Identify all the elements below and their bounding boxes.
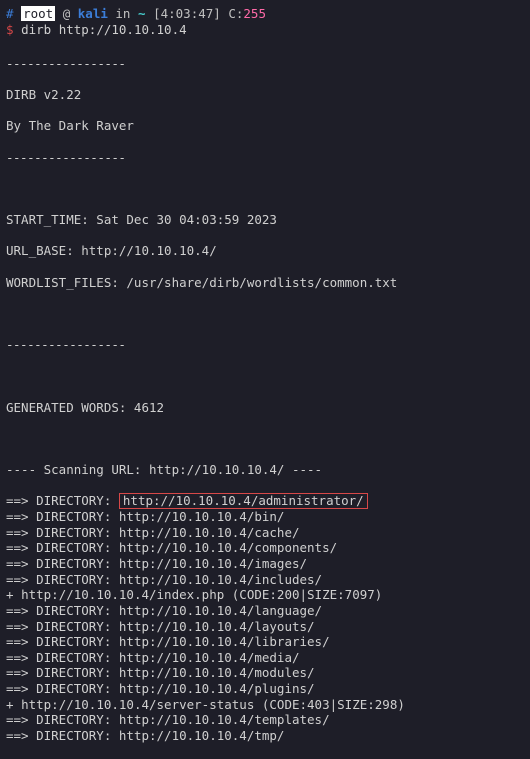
result-url: http://10.10.10.4/images/ [119, 556, 307, 571]
result-prefix: ==> DIRECTORY: [6, 634, 119, 649]
prompt-cnum: 255 [243, 6, 266, 21]
prompt-cstat: C: [228, 6, 243, 21]
prompt-hash: # [6, 6, 14, 21]
url-base-line: URL_BASE: http://10.10.10.4/ [6, 243, 524, 259]
hr-2: ----------------- [6, 150, 524, 166]
result-line: ==> DIRECTORY: http://10.10.10.4/modules… [6, 665, 524, 681]
start-time-line: START_TIME: Sat Dec 30 04:03:59 2023 [6, 212, 524, 228]
result-prefix: ==> DIRECTORY: [6, 572, 119, 587]
scanning-line: ---- Scanning URL: http://10.10.10.4/ --… [6, 462, 524, 478]
gen-words-line: GENERATED WORDS: 4612 [6, 400, 524, 416]
result-line: ==> DIRECTORY: http://10.10.10.4/librari… [6, 634, 524, 650]
result-line: ==> DIRECTORY: http://10.10.10.4/cache/ [6, 525, 524, 541]
result-line: ==> DIRECTORY: http://10.10.10.4/tmp/ [6, 728, 524, 744]
prompt-host: kali [78, 6, 108, 21]
result-url: http://10.10.10.4/administrator/ [119, 493, 368, 509]
result-url: http://10.10.10.4/modules/ [119, 665, 315, 680]
result-url: http://10.10.10.4/includes/ [119, 572, 322, 587]
result-line: + http://10.10.10.4/server-status (CODE:… [6, 697, 524, 713]
result-url: http://10.10.10.4/media/ [119, 650, 300, 665]
result-url: http://10.10.10.4/layouts/ [119, 619, 315, 634]
command-text: dirb http://10.10.10.4 [21, 22, 187, 37]
result-line: ==> DIRECTORY: http://10.10.10.4/templat… [6, 712, 524, 728]
result-line: ==> DIRECTORY: http://10.10.10.4/bin/ [6, 509, 524, 525]
prompt-line-2[interactable]: $ dirb http://10.10.10.4 [6, 22, 524, 38]
result-line: ==> DIRECTORY: http://10.10.10.4/compone… [6, 540, 524, 556]
dirb-output: ----------------- DIRB v2.22 By The Dark… [6, 40, 524, 759]
result-prefix: + [6, 587, 21, 602]
result-prefix: ==> DIRECTORY: [6, 493, 119, 508]
result-line: ==> DIRECTORY: http://10.10.10.4/include… [6, 572, 524, 588]
result-prefix: ==> DIRECTORY: [6, 681, 119, 696]
result-prefix: ==> DIRECTORY: [6, 665, 119, 680]
result-url: http://10.10.10.4/cache/ [119, 525, 300, 540]
result-url: http://10.10.10.4/bin/ [119, 509, 285, 524]
result-url: http://10.10.10.4/server-status (CODE:40… [21, 697, 405, 712]
result-prefix: ==> DIRECTORY: [6, 619, 119, 634]
result-prefix: ==> DIRECTORY: [6, 603, 119, 618]
prompt-at: @ [63, 6, 71, 21]
result-prefix: ==> DIRECTORY: [6, 540, 119, 555]
prompt-user: root [21, 6, 55, 21]
result-line: ==> DIRECTORY: http://10.10.10.4/media/ [6, 650, 524, 666]
result-url: http://10.10.10.4/plugins/ [119, 681, 315, 696]
directory-list: ==> DIRECTORY: http://10.10.10.4/adminis… [6, 493, 524, 743]
result-prefix: + [6, 697, 21, 712]
result-prefix: ==> DIRECTORY: [6, 525, 119, 540]
prompt-dollar: $ [6, 22, 14, 37]
result-url: http://10.10.10.4/index.php (CODE:200|SI… [21, 587, 382, 602]
result-prefix: ==> DIRECTORY: [6, 556, 119, 571]
prompt-cwd: ~ [138, 6, 146, 21]
result-line: + http://10.10.10.4/index.php (CODE:200|… [6, 587, 524, 603]
prompt-time: [4:03:47] [153, 6, 221, 21]
prompt-in: in [115, 6, 130, 21]
hr-3: ----------------- [6, 337, 524, 353]
result-prefix: ==> DIRECTORY: [6, 650, 119, 665]
result-line: ==> DIRECTORY: http://10.10.10.4/layouts… [6, 619, 524, 635]
wordlist-line: WORDLIST_FILES: /usr/share/dirb/wordlist… [6, 275, 524, 291]
result-url: http://10.10.10.4/tmp/ [119, 728, 285, 743]
prompt-line-1: # root @ kali in ~ [4:03:47] C:255 [6, 6, 524, 22]
result-line: ==> DIRECTORY: http://10.10.10.4/languag… [6, 603, 524, 619]
result-line: ==> DIRECTORY: http://10.10.10.4/images/ [6, 556, 524, 572]
result-url: http://10.10.10.4/language/ [119, 603, 322, 618]
result-line: ==> DIRECTORY: http://10.10.10.4/plugins… [6, 681, 524, 697]
result-prefix: ==> DIRECTORY: [6, 712, 119, 727]
result-url: http://10.10.10.4/components/ [119, 540, 337, 555]
hr-top: ----------------- [6, 56, 524, 72]
result-prefix: ==> DIRECTORY: [6, 509, 119, 524]
result-url: http://10.10.10.4/templates/ [119, 712, 330, 727]
author-line: By The Dark Raver [6, 118, 524, 134]
result-url: http://10.10.10.4/libraries/ [119, 634, 330, 649]
version-line: DIRB v2.22 [6, 87, 524, 103]
result-prefix: ==> DIRECTORY: [6, 728, 119, 743]
result-line: ==> DIRECTORY: http://10.10.10.4/adminis… [6, 493, 524, 509]
